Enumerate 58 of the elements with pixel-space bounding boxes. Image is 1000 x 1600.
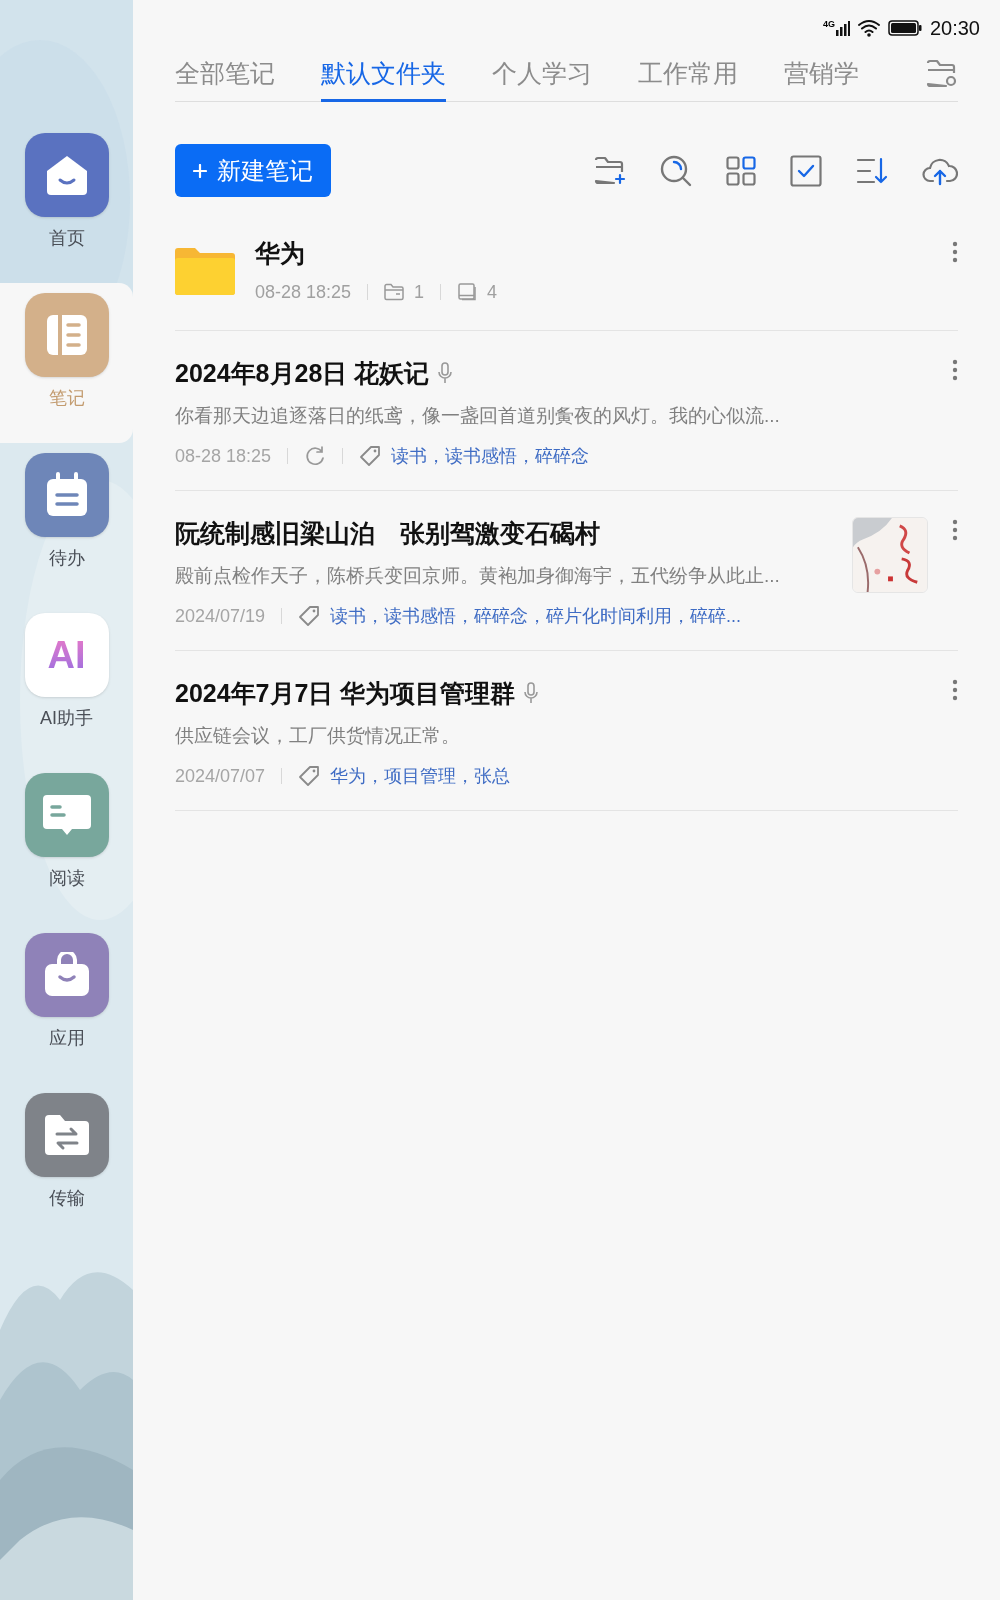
sidebar-label: 应用 (48, 1027, 85, 1050)
sidebar-label: 阅读 (48, 867, 85, 890)
sidebar-label: 笔记 (48, 387, 85, 410)
sidebar-label: 首页 (48, 227, 85, 250)
note-time: 2024/07/19 (175, 604, 266, 628)
status-time: 20:30 (929, 16, 980, 41)
subfolder-count: 1 (414, 280, 425, 304)
microphone-icon (437, 362, 454, 385)
note-tags: 读书，读书感悟，碎碎念，碎片化时间利用，碎碎... (330, 602, 742, 630)
notebook-count-icon (457, 282, 478, 302)
tag-icon (359, 445, 382, 467)
signal-icon (835, 20, 850, 36)
sidebar-item[interactable]: 首页 (0, 123, 133, 283)
microphone-icon (523, 682, 540, 705)
network-type: 4G (822, 20, 835, 29)
sidebar-item[interactable]: 待办 (0, 443, 133, 603)
sidebar-label: 待办 (48, 547, 85, 570)
plus-icon (193, 163, 207, 178)
wifi-icon (857, 19, 880, 37)
note-title: 阮统制感旧梁山泊 张别驾激变石碣村 (175, 517, 600, 549)
note-tags: 华为，项目管理，张总 (330, 762, 511, 790)
checkbox-icon[interactable] (790, 154, 822, 187)
new-folder-icon[interactable] (594, 155, 626, 186)
note-preview: 供应链会议，工厂供货情况正常。 (175, 724, 461, 748)
subfolder-icon (384, 283, 405, 301)
more-icon[interactable] (952, 241, 958, 263)
tag-icon (298, 765, 321, 787)
battery-icon (887, 20, 922, 36)
folder-name: 华为 (255, 238, 306, 269)
folder-settings-icon[interactable] (926, 58, 958, 89)
note-tags: 读书，读书感悟，碎碎念 (391, 442, 590, 470)
folder-tab[interactable]: 默认文件夹 (321, 55, 446, 102)
note-time: 2024/07/07 (175, 764, 266, 788)
new-note-button[interactable]: 新建笔记 (175, 144, 331, 197)
grid-view-icon[interactable] (726, 155, 756, 186)
sidebar-label: 传输 (48, 1187, 85, 1210)
note-preview: 殿前点检作天子，陈桥兵变回京师。黄袍加身御海宇，五代纷争从此止... (175, 564, 781, 588)
sidebar-item[interactable]: AI AI助手 (0, 603, 133, 763)
note-time: 08-28 18:25 (175, 444, 272, 468)
more-icon[interactable] (952, 678, 958, 701)
note-title: 2024年8月28日 花妖记 (175, 357, 430, 389)
note-title: 2024年7月7日 华为项目管理群 (175, 677, 516, 709)
folder-icon (175, 247, 235, 295)
sidebar-label: AI助手 (40, 707, 93, 730)
sort-icon[interactable] (856, 156, 888, 185)
note-count: 4 (487, 280, 498, 304)
folder-time: 08-28 18:25 (255, 280, 352, 304)
sidebar-item[interactable]: 阅读 (0, 763, 133, 923)
sidebar-item[interactable]: 传输 (0, 1083, 133, 1243)
note-preview: 你看那天边追逐落日的纸鸢，像一盏回首道别夤夜的风灯。我的心似流... (175, 404, 781, 428)
sidebar-item[interactable]: 应用 (0, 923, 133, 1083)
search-icon[interactable] (660, 154, 692, 187)
tag-icon (298, 605, 321, 627)
note-row[interactable]: 阮统制感旧梁山泊 张别驾激变石碣村 殿前点检作天子，陈桥兵变回京师。黄袍加身御海宇，五代纷争从此止... 2024/07/19 读书，读书感悟，碎碎念，碎片化时间利用，碎碎... (175, 490, 958, 651)
more-icon[interactable] (952, 358, 958, 381)
more-icon[interactable] (952, 518, 958, 541)
note-row[interactable]: 2024年7月7日 华为项目管理群 供应链会议，工厂供货情况正常。 2024/07/07 华为，项目管理，张总 (175, 650, 958, 811)
note-row[interactable]: 2024年8月28日 花妖记 你看那天边追逐落日的纸鸢，像一盏回首道别夤夜的风灯。我的心似流... 08-28 18:25 读书，读书感悟，碎碎念 (175, 330, 958, 491)
